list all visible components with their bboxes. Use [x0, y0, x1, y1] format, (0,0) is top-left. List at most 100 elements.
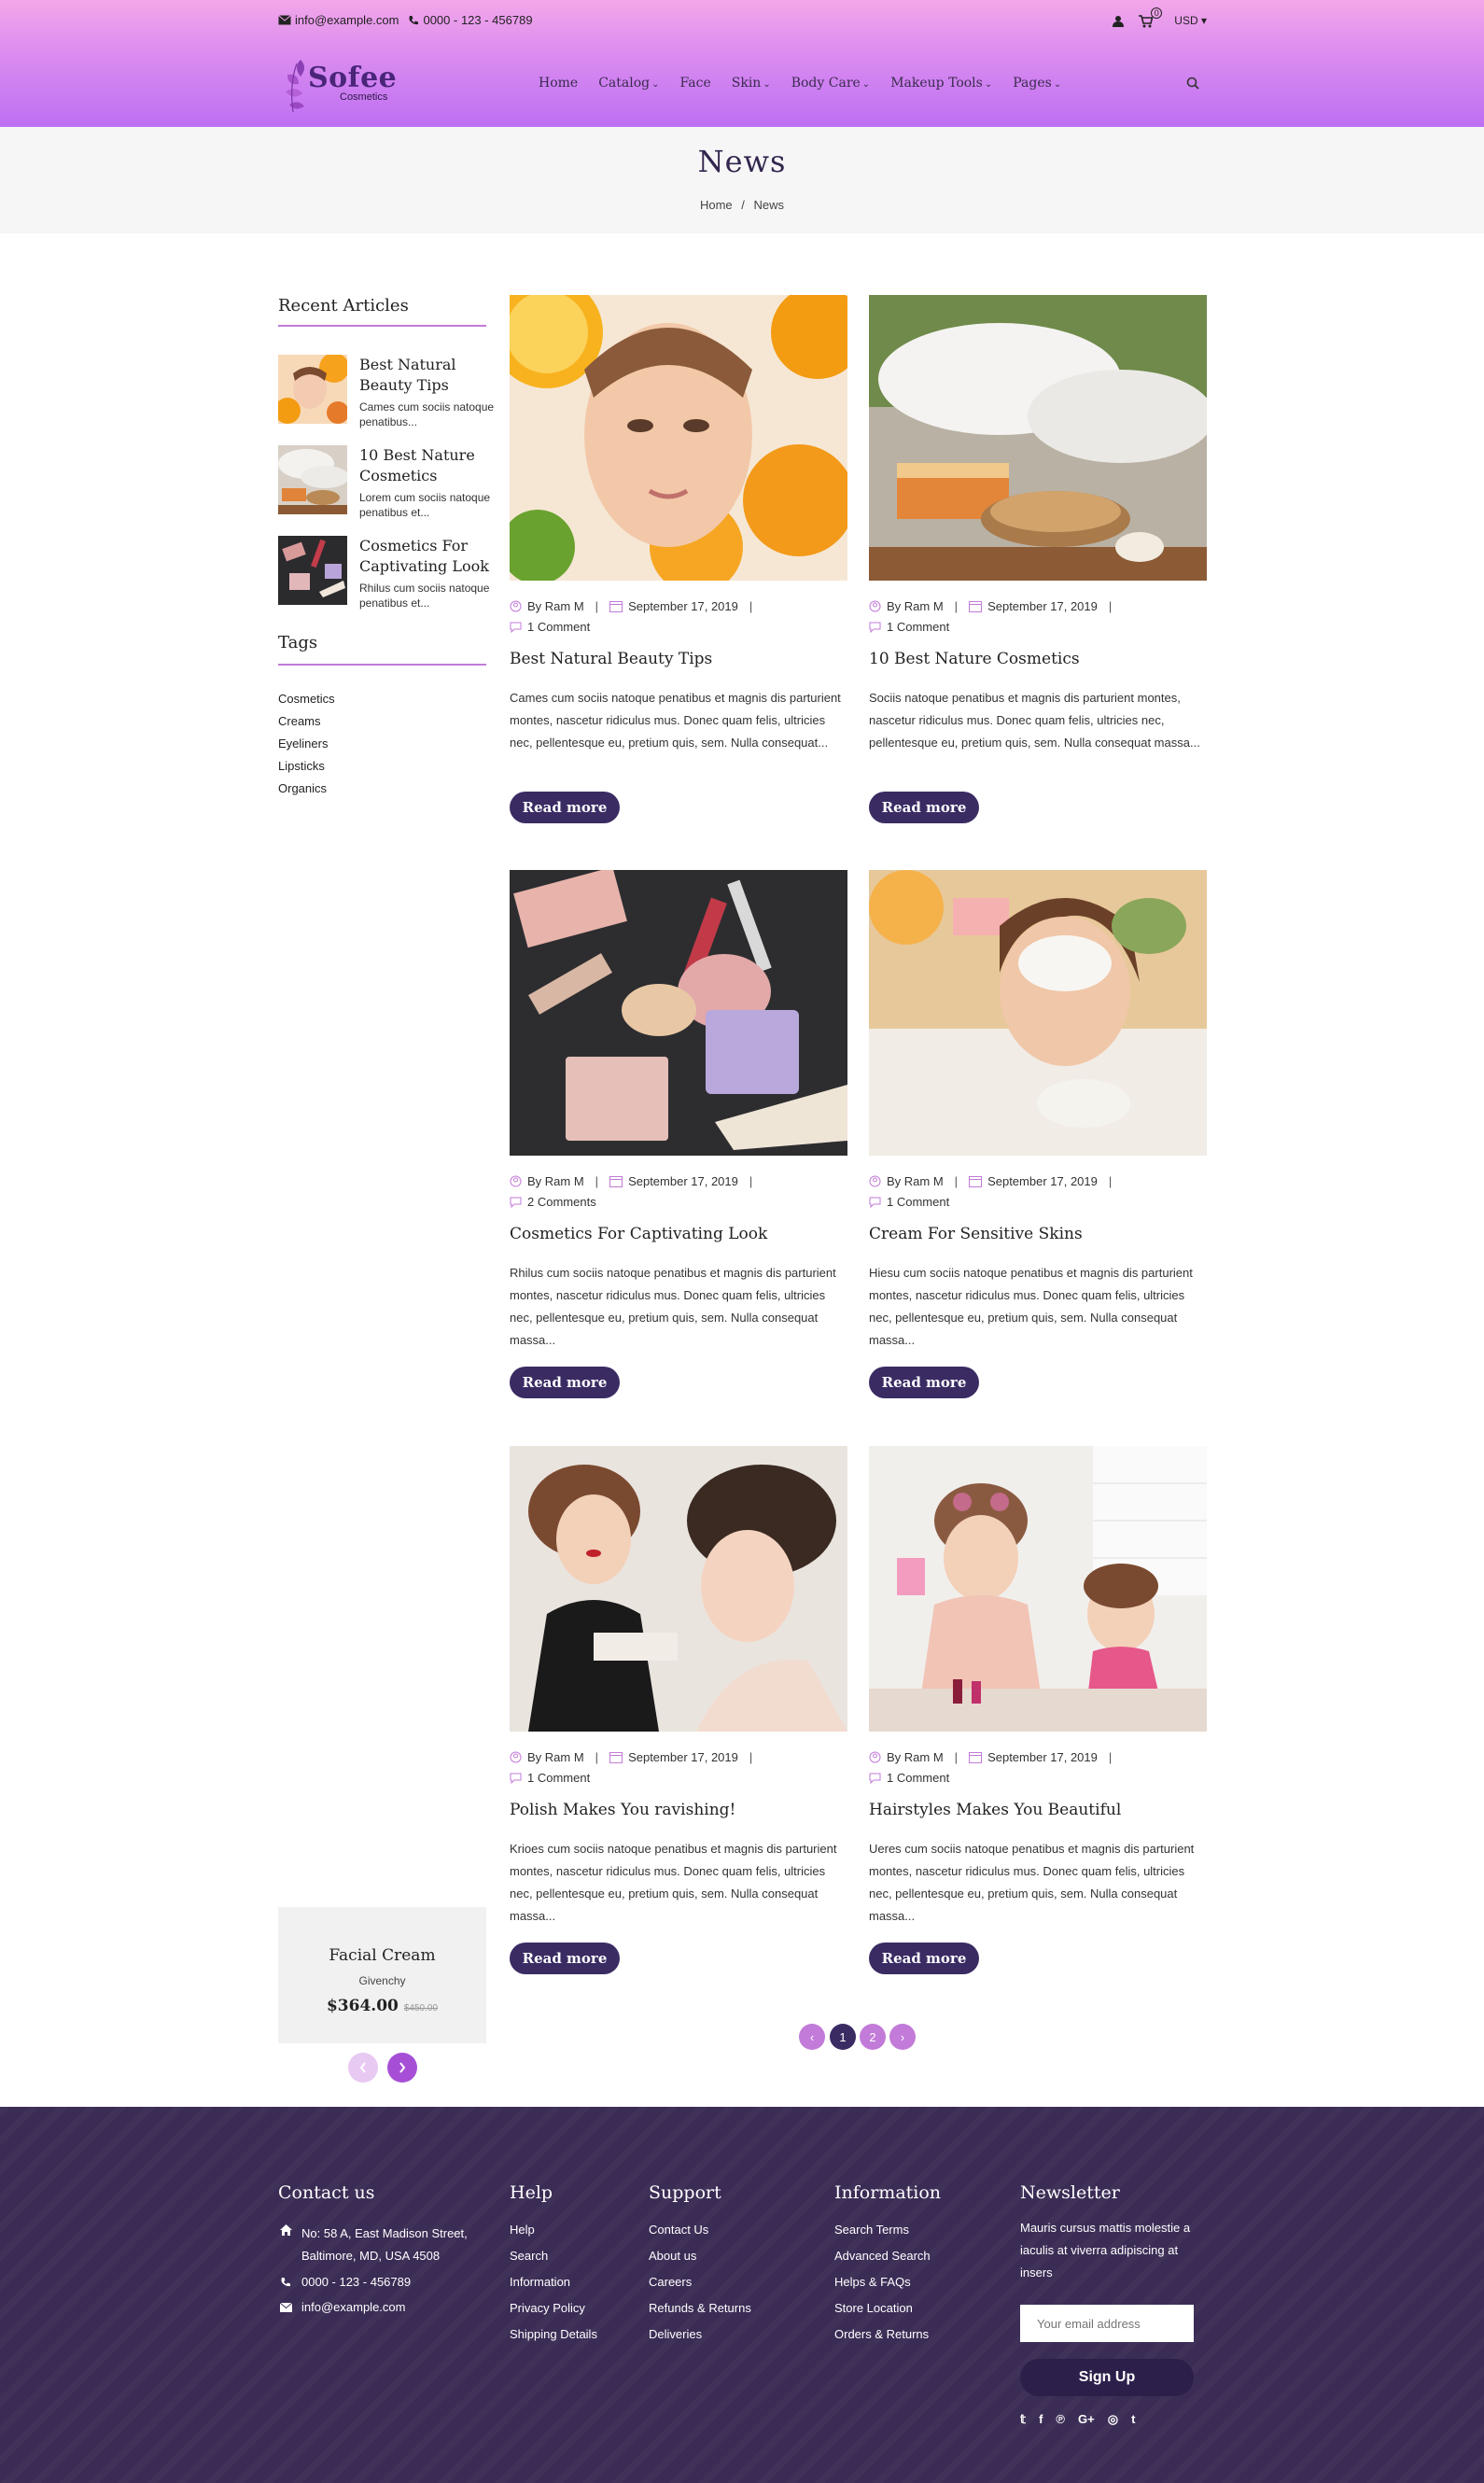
pagination-page-1[interactable]: 1	[830, 2024, 856, 2050]
post-author[interactable]: By Ram M	[527, 1750, 584, 1764]
post-comments[interactable]: 1 Comment	[869, 1195, 949, 1209]
post-author[interactable]: By Ram M	[887, 1174, 944, 1188]
post-author[interactable]: By Ram M	[887, 599, 944, 613]
footer-support-link[interactable]: Deliveries	[649, 2327, 702, 2341]
post-author[interactable]: By Ram M	[887, 1750, 944, 1764]
post-title[interactable]: 10 Best Nature Cosmetics	[869, 650, 1080, 668]
post-author[interactable]: By Ram M	[527, 1174, 584, 1188]
nav-item-makeup-tools[interactable]: Makeup Tools ⌄	[890, 76, 992, 91]
footer-help-link[interactable]: Shipping Details	[510, 2327, 597, 2341]
carousel-prev-button[interactable]	[348, 2053, 378, 2083]
google-plus-icon[interactable]: G+	[1078, 2412, 1095, 2427]
newsletter-signup-button[interactable]: Sign Up	[1020, 2359, 1194, 2396]
post-title[interactable]: Cosmetics For Captivating Look	[510, 1225, 767, 1243]
footer-help-link[interactable]: Help	[510, 2223, 535, 2237]
recent-article-thumbnail[interactable]	[278, 536, 347, 605]
product-name[interactable]: Facial Cream	[278, 1946, 486, 1965]
recent-article-excerpt: Rhilus cum sociis natoque penatibus et..…	[359, 582, 490, 610]
post-title[interactable]: Best Natural Beauty Tips	[510, 650, 712, 668]
tag-link[interactable]: Organics	[278, 781, 327, 795]
footer-information-link[interactable]: Search Terms	[834, 2223, 909, 2237]
recent-article-thumbnail[interactable]	[278, 355, 347, 424]
footer-email[interactable]: info@example.com	[301, 2300, 405, 2314]
nav-item-catalog[interactable]: Catalog ⌄	[598, 76, 659, 91]
breadcrumb: Home / News	[0, 198, 1484, 212]
tag-link[interactable]: Cosmetics	[278, 692, 335, 706]
nav-item-pages[interactable]: Pages ⌄	[1013, 76, 1061, 91]
post-comments[interactable]: 1 Comment	[510, 1771, 590, 1785]
footer-information-link[interactable]: Orders & Returns	[834, 2327, 929, 2341]
recent-article-thumbnail[interactable]	[278, 445, 347, 514]
read-more-button[interactable]: Read more	[869, 1943, 979, 1974]
newsletter-email-input[interactable]	[1020, 2305, 1194, 2342]
post-image[interactable]	[510, 295, 847, 581]
post-title[interactable]: Hairstyles Makes You Beautiful	[869, 1801, 1121, 1819]
nav-item-skin[interactable]: Skin ⌄	[732, 76, 771, 91]
pinterest-icon[interactable]: ℗	[1056, 2412, 1065, 2427]
featured-product-card[interactable]: Facial Cream Givenchy $364.00 $450.00	[278, 1907, 486, 2043]
meta-divider: |	[1108, 1174, 1113, 1188]
post-meta: By Ram M | September 17, 2019 |	[869, 1750, 1112, 1764]
footer-information-link[interactable]: Advanced Search	[834, 2249, 931, 2263]
footer-help-link[interactable]: Information	[510, 2275, 570, 2289]
footer-support-link[interactable]: Contact Us	[649, 2223, 708, 2237]
instagram-icon[interactable]: ◎	[1108, 2412, 1118, 2427]
tag-link[interactable]: Lipsticks	[278, 759, 325, 773]
newsletter-text: Mauris cursus mattis molestie a iaculis …	[1020, 2221, 1191, 2280]
read-more-button[interactable]: Read more	[869, 1367, 979, 1398]
footer-information-link[interactable]: Store Location	[834, 2301, 913, 2315]
read-more-button[interactable]: Read more	[510, 1943, 620, 1974]
tag-link[interactable]: Creams	[278, 714, 321, 728]
read-more-button[interactable]: Read more	[869, 792, 979, 823]
footer-help-link[interactable]: Search	[510, 2249, 548, 2263]
carousel-next-button[interactable]	[387, 2053, 417, 2083]
nav-item-body-care[interactable]: Body Care ⌄	[791, 76, 870, 91]
footer-information-link[interactable]: Helps & FAQs	[834, 2275, 911, 2289]
recent-article-title[interactable]: 10 Best Nature Cosmetics	[359, 445, 495, 486]
user-icon[interactable]	[1113, 15, 1125, 27]
pagination-prev-button[interactable]: ‹	[799, 2024, 825, 2050]
recent-article-item[interactable]: 10 Best Nature Cosmetics Lorem cum socii…	[278, 445, 493, 520]
pagination-page-2[interactable]: 2	[860, 2024, 886, 2050]
post-image[interactable]	[510, 870, 847, 1156]
currency-selector[interactable]: USD ▾	[1174, 14, 1207, 27]
nav-item-home[interactable]: Home	[539, 76, 578, 91]
nav-item-face[interactable]: Face	[680, 76, 711, 91]
post-image[interactable]	[869, 870, 1207, 1156]
footer-help-link[interactable]: Privacy Policy	[510, 2301, 585, 2315]
post-image[interactable]	[869, 1446, 1207, 1732]
pagination-next-button[interactable]: ›	[889, 2024, 916, 2050]
post-comments[interactable]: 2 Comments	[510, 1195, 596, 1209]
cart-button[interactable]: 0	[1139, 7, 1163, 28]
search-icon[interactable]	[1186, 77, 1199, 90]
twitter-icon[interactable]: 𝕥	[1020, 2412, 1026, 2427]
footer-information-heading: Information	[834, 2182, 942, 2203]
breadcrumb-separator: /	[741, 198, 745, 212]
post-image[interactable]	[510, 1446, 847, 1732]
tumblr-icon[interactable]: t	[1131, 2412, 1135, 2427]
post-comments[interactable]: 1 Comment	[510, 620, 590, 634]
post-title[interactable]: Cream For Sensitive Skins	[869, 1225, 1083, 1243]
facebook-icon[interactable]: f	[1039, 2412, 1043, 2427]
post-card: By Ram M | September 17, 2019 | 1 Comment 10 …	[869, 295, 1207, 855]
post-image[interactable]	[869, 295, 1207, 581]
user-circle-icon	[869, 1751, 881, 1763]
post-title[interactable]: Polish Makes You ravishing!	[510, 1801, 735, 1819]
footer-support-link[interactable]: Refunds & Returns	[649, 2301, 751, 2315]
recent-article-item[interactable]: Best Natural Beauty Tips Cames cum socii…	[278, 355, 495, 429]
footer-support-link[interactable]: About us	[649, 2249, 696, 2263]
contact-email-link[interactable]: info@example.com	[278, 13, 399, 27]
tag-link[interactable]: Eyeliners	[278, 736, 328, 751]
read-more-button[interactable]: Read more	[510, 792, 620, 823]
recent-article-title[interactable]: Best Natural Beauty Tips	[359, 355, 495, 396]
post-author[interactable]: By Ram M	[527, 599, 584, 613]
chevron-down-icon: ⌄	[861, 79, 871, 90]
recent-article-item[interactable]: Cosmetics For Captivating Look Rhilus cu…	[278, 536, 493, 610]
site-logo[interactable]: Sofee Cosmetics	[280, 56, 401, 114]
read-more-button[interactable]: Read more	[510, 1367, 620, 1398]
recent-article-title[interactable]: Cosmetics For Captivating Look	[359, 536, 495, 577]
footer-support-link[interactable]: Careers	[649, 2275, 692, 2289]
post-comments[interactable]: 1 Comment	[869, 1771, 949, 1785]
breadcrumb-home-link[interactable]: Home	[700, 198, 733, 212]
post-comments[interactable]: 1 Comment	[869, 620, 949, 634]
